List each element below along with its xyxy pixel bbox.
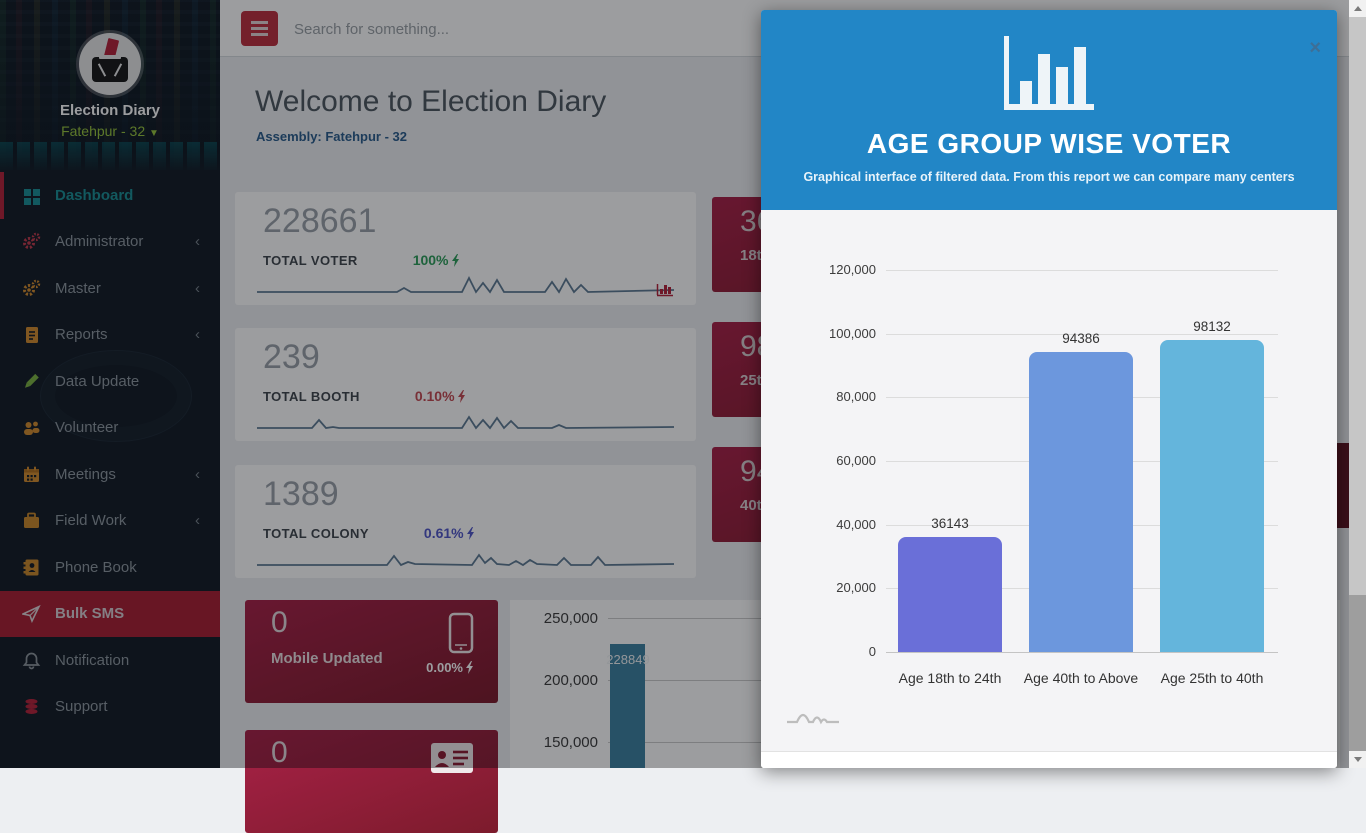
page-scrollbar [1349,0,1366,768]
bar-value-label: 36143 [898,516,1002,531]
bar-age-18-24 [898,537,1002,652]
modal-header: × AGE GROUP WISE VOTER Graphical interfa… [761,10,1337,210]
x-axis-label: Age 25th to 40th [1147,670,1277,686]
modal-subtitle: Graphical interface of filtered data. Fr… [761,170,1337,184]
scrollbar-thumb[interactable] [1349,17,1366,595]
close-icon[interactable]: × [1309,38,1321,58]
bar-chart-icon [1004,36,1094,116]
scroll-up-button[interactable] [1349,0,1366,17]
bar-value-label: 98132 [1160,319,1264,334]
scroll-down-button[interactable] [1349,751,1366,768]
x-axis-label: Age 18th to 24th [885,670,1015,686]
age-group-modal: × AGE GROUP WISE VOTER Graphical interfa… [761,10,1337,768]
modal-title: AGE GROUP WISE VOTER [761,128,1337,160]
bar-value-label: 94386 [1029,331,1133,346]
bar-age-40-above [1029,352,1133,652]
modal-footer [761,751,1337,768]
bar-age-25-40 [1160,340,1264,652]
x-axis-label: Age 40th to Above [1016,670,1146,686]
wave-logo-icon [785,702,843,728]
